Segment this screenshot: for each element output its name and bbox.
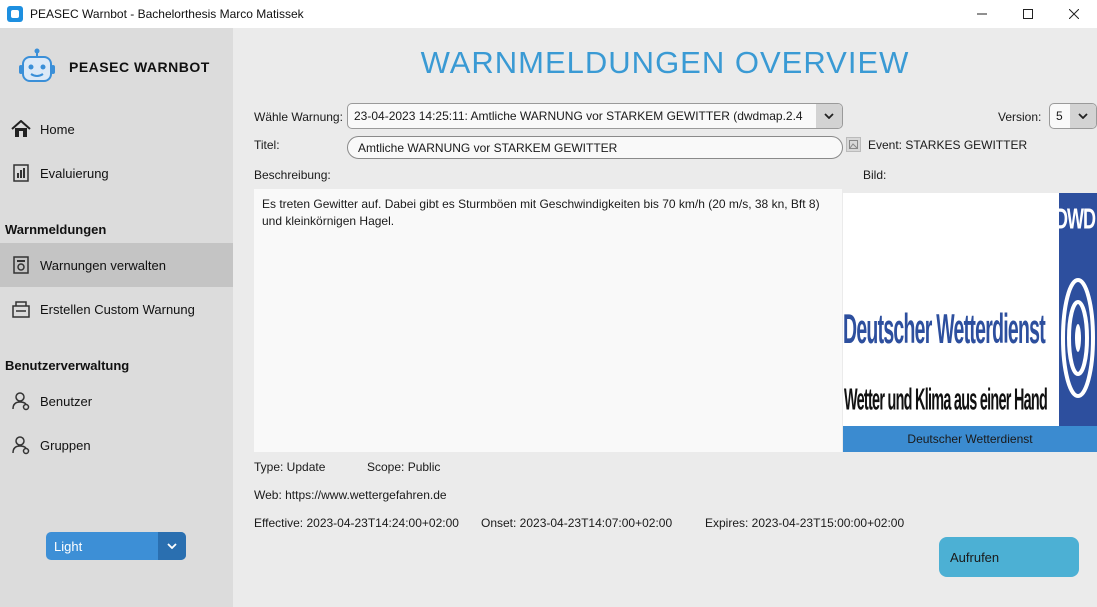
sidebar-item-gruppen[interactable]: Gruppen	[0, 423, 233, 467]
chevron-down-icon[interactable]	[816, 104, 842, 128]
sidebar-item-home[interactable]: Home	[0, 107, 233, 151]
warning-select[interactable]: 23-04-2023 14:25:11: Amtliche WARNUNG vo…	[347, 103, 843, 129]
description-label: Beschreibung:	[254, 168, 331, 182]
theme-select[interactable]: Light	[46, 532, 186, 560]
page-title: WARNMELDUNGEN OVERVIEW	[420, 45, 910, 80]
sidebar-item-label: Home	[40, 121, 75, 137]
home-icon	[10, 118, 32, 140]
app-icon	[7, 6, 23, 22]
dwd-blue-band: DWD	[1055, 193, 1097, 427]
expires-text: Expires: 2023-04-23T15:00:00+02:00	[705, 516, 905, 530]
evaluation-icon	[10, 162, 32, 184]
theme-value: Light	[54, 538, 83, 554]
sidebar-item-evaluierung[interactable]: Evaluierung	[0, 151, 233, 195]
web-text: Web: https://www.wettergefahren.de	[254, 488, 447, 502]
image-caption: Deutscher Wetterdienst	[843, 426, 1097, 452]
sidebar-item-benutzer[interactable]: Benutzer	[0, 379, 233, 423]
version-select-value: 5	[1056, 109, 1063, 123]
section-title-benutzerverwaltung: Benutzerverwaltung	[5, 358, 130, 373]
sidebar-item-label: Benutzer	[40, 393, 93, 409]
group-icon	[10, 434, 32, 456]
maximize-button[interactable]	[1005, 0, 1051, 28]
window-titlebar: PEASEC Warnbot - Bachelorthesis Marco Ma…	[0, 0, 1097, 28]
title-label: Titel:	[254, 138, 280, 152]
sidebar-item-label: Warnungen verwalten	[40, 257, 166, 273]
dwd-logo-image: DWD Deutscher Wetterdienst Wetter und Kl…	[843, 193, 1097, 427]
scope-text: Scope: Public	[367, 460, 441, 474]
sidebar: PEASEC WARNBOT Home Evaluierung Warnmeld…	[0, 28, 233, 607]
chevron-down-icon[interactable]	[158, 532, 186, 560]
sidebar-item-label: Erstellen Custom Warnung	[40, 301, 195, 317]
window-title: PEASEC Warnbot - Bachelorthesis Marco Ma…	[30, 7, 304, 21]
effective-text: Effective: 2023-04-23T14:24:00+02:00	[254, 516, 459, 530]
warning-select-value: 23-04-2023 14:25:11: Amtliche WARNUNG vo…	[354, 109, 803, 123]
sidebar-item-label: Gruppen	[40, 437, 91, 453]
close-icon	[1069, 9, 1079, 19]
create-warning-icon	[10, 298, 32, 320]
chevron-down-icon[interactable]	[1070, 104, 1096, 128]
type-text: Type: Update	[254, 460, 326, 474]
title-input[interactable]	[347, 136, 843, 159]
select-warning-label: Wähle Warnung:	[254, 110, 343, 124]
section-title-warnmeldungen: Warnmeldungen	[5, 222, 107, 237]
version-label: Version:	[998, 110, 1042, 124]
open-button[interactable]: Aufrufen	[939, 537, 1079, 577]
sidebar-item-label: Evaluierung	[40, 165, 109, 181]
sidebar-item-custom-warnung[interactable]: Erstellen Custom Warnung	[0, 287, 233, 331]
manage-warnings-icon	[10, 254, 32, 276]
dwd-logo-letters: DWD	[1055, 203, 1096, 235]
image-label: Bild:	[863, 168, 887, 182]
event-text: Event: STARKES GEWITTER	[868, 138, 1028, 152]
user-icon	[10, 390, 32, 412]
brand-name: PEASEC WARNBOT	[69, 59, 210, 75]
version-select[interactable]: 5	[1049, 103, 1097, 129]
robot-logo-icon	[19, 48, 55, 82]
minimize-button[interactable]	[959, 0, 1005, 28]
onset-text: Onset: 2023-04-23T14:07:00+02:00	[481, 516, 673, 530]
minimize-icon	[977, 13, 987, 15]
sidebar-item-warnungen-verwalten[interactable]: Warnungen verwalten	[0, 243, 233, 287]
dwd-logo-slogan: Wetter und Klima aus einer Hand	[844, 383, 1048, 418]
window-controls	[959, 0, 1097, 28]
brand: PEASEC WARNBOT	[17, 48, 210, 86]
dwd-logo-name: Deutscher Wetterdienst	[843, 306, 1046, 353]
description-textarea[interactable]: Es treten Gewitter auf. Dabei gibt es St…	[254, 189, 842, 452]
image-placeholder-icon	[846, 137, 861, 152]
dwd-spiral-icon	[1061, 278, 1095, 398]
maximize-icon	[1023, 9, 1033, 19]
close-button[interactable]	[1051, 0, 1097, 28]
